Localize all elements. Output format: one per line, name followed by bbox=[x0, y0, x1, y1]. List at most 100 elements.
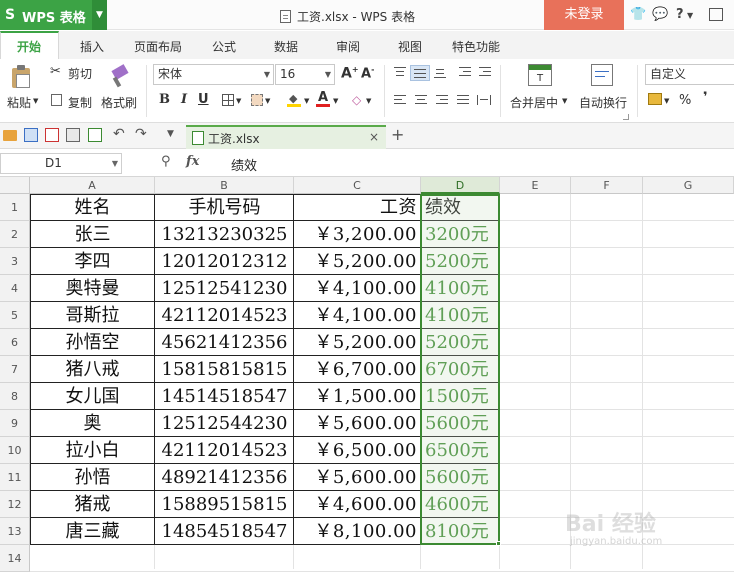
chevron-down-icon[interactable]: ▼ bbox=[304, 97, 309, 105]
table-cell[interactable]: ￥6,500.00 bbox=[298, 437, 417, 464]
close-tab-icon[interactable]: × bbox=[369, 130, 379, 144]
row-header-14[interactable]: 14 bbox=[0, 545, 30, 572]
tab-data[interactable]: 数据 bbox=[274, 38, 298, 55]
skin-shirt-icon[interactable]: 👕 bbox=[630, 7, 646, 22]
row-header-13[interactable]: 13 bbox=[0, 518, 30, 545]
row-header-1[interactable]: 1 bbox=[0, 194, 30, 221]
select-all-corner[interactable] bbox=[0, 177, 30, 194]
table-cell[interactable]: ￥6,700.00 bbox=[298, 356, 417, 383]
redo-icon[interactable]: ↷ bbox=[135, 126, 147, 142]
table-cell[interactable]: ￥5,200.00 bbox=[298, 329, 417, 356]
table-cell[interactable]: 12012012312 bbox=[159, 248, 290, 275]
open-folder-icon[interactable] bbox=[3, 130, 17, 141]
tab-review[interactable]: 审阅 bbox=[336, 38, 360, 55]
table-cell[interactable]: 唐三藏 bbox=[34, 518, 151, 545]
table-cell[interactable]: 13213230325 bbox=[159, 221, 290, 248]
clear-format-icon[interactable]: ◇ bbox=[352, 93, 361, 107]
fill-color-icon[interactable]: ◆ bbox=[287, 92, 301, 108]
row-header-11[interactable]: 11 bbox=[0, 464, 30, 491]
align-left-icon[interactable] bbox=[394, 95, 406, 105]
table-cell[interactable]: ￥5,600.00 bbox=[298, 464, 417, 491]
tab-view[interactable]: 视图 bbox=[398, 38, 422, 55]
app-menu-button[interactable]: S WPS 表格 ▼ bbox=[0, 0, 107, 30]
document-tab[interactable]: 工资.xlsx × bbox=[186, 125, 386, 149]
table-cell[interactable]: 45621412356 bbox=[159, 329, 290, 356]
wrap-text-icon[interactable] bbox=[591, 64, 613, 86]
chevron-down-icon[interactable]: ▼ bbox=[33, 97, 38, 105]
table-cell[interactable]: 15889515815 bbox=[159, 491, 290, 518]
table-cell[interactable]: 孙悟 bbox=[34, 464, 151, 491]
chevron-down-icon[interactable]: ▼ bbox=[333, 97, 338, 105]
decrease-font-icon[interactable]: A- bbox=[361, 65, 374, 81]
header-cell[interactable]: 工资 bbox=[298, 194, 417, 221]
table-cell[interactable]: ￥4,100.00 bbox=[298, 302, 417, 329]
export-pdf-icon[interactable] bbox=[45, 128, 59, 142]
header-cell[interactable]: 手机号码 bbox=[159, 194, 290, 221]
tab-special-features[interactable]: 特色功能 bbox=[452, 38, 500, 55]
distributed-icon[interactable] bbox=[477, 95, 491, 105]
chevron-down-icon[interactable]: ▼ bbox=[92, 0, 107, 30]
column-header-a[interactable]: A bbox=[30, 177, 155, 194]
align-bottom-icon[interactable] bbox=[434, 67, 446, 78]
scissors-icon[interactable]: ✂ bbox=[50, 64, 61, 79]
chevron-down-icon[interactable]: ▼ bbox=[687, 11, 693, 20]
table-cell[interactable]: 张三 bbox=[34, 221, 151, 248]
justify-icon[interactable] bbox=[457, 95, 469, 105]
table-cell[interactable]: ￥3,200.00 bbox=[298, 221, 417, 248]
restore-window-icon[interactable] bbox=[709, 8, 723, 21]
merge-center-icon[interactable]: T bbox=[528, 64, 552, 86]
column-header-d[interactable]: D bbox=[421, 177, 500, 194]
table-cell[interactable]: 女儿国 bbox=[34, 383, 151, 410]
currency-icon[interactable] bbox=[648, 93, 662, 105]
table-cell[interactable]: 孙悟空 bbox=[34, 329, 151, 356]
row-header-8[interactable]: 8 bbox=[0, 383, 30, 410]
table-cell[interactable]: ￥5,200.00 bbox=[298, 248, 417, 275]
row-header-6[interactable]: 6 bbox=[0, 329, 30, 356]
table-cell[interactable]: 奥特曼 bbox=[34, 275, 151, 302]
table-cell[interactable]: 哥斯拉 bbox=[34, 302, 151, 329]
cut-button[interactable]: 剪切 bbox=[68, 65, 92, 82]
print-preview-icon[interactable] bbox=[88, 128, 102, 142]
table-cell[interactable]: 12512544230 bbox=[159, 410, 290, 437]
chevron-down-icon[interactable]: ▼ bbox=[265, 97, 270, 105]
table-cell[interactable]: 42112014523 bbox=[159, 302, 290, 329]
formula-content-input[interactable]: 绩效 bbox=[231, 155, 257, 174]
table-cell[interactable]: 猪戒 bbox=[34, 491, 151, 518]
chat-icon[interactable]: 💬 bbox=[652, 7, 668, 22]
align-center-icon[interactable] bbox=[415, 95, 427, 105]
format-painter-button[interactable]: 格式刷 bbox=[101, 94, 137, 111]
header-cell[interactable]: 姓名 bbox=[34, 194, 151, 221]
increase-font-icon[interactable]: A+ bbox=[341, 65, 359, 82]
table-cell[interactable]: 42112014523 bbox=[159, 437, 290, 464]
zoom-search-icon[interactable]: ⚲ bbox=[161, 154, 171, 169]
font-color-icon[interactable]: A bbox=[316, 90, 330, 108]
table-cell[interactable]: 12512541230 bbox=[159, 275, 290, 302]
table-cell[interactable]: 48921412356 bbox=[159, 464, 290, 491]
column-header-c[interactable]: C bbox=[294, 177, 421, 194]
row-header-4[interactable]: 4 bbox=[0, 275, 30, 302]
table-cell[interactable]: 14514518547 bbox=[159, 383, 290, 410]
tab-page-layout[interactable]: 页面布局 bbox=[134, 38, 182, 55]
row-header-7[interactable]: 7 bbox=[0, 356, 30, 383]
table-cell[interactable]: 14854518547 bbox=[159, 518, 290, 545]
thousands-separator-icon[interactable]: ❜ bbox=[703, 90, 708, 105]
table-cell[interactable]: ￥1,500.00 bbox=[298, 383, 417, 410]
login-button[interactable]: 未登录 bbox=[544, 0, 624, 30]
fill-handle[interactable] bbox=[496, 541, 501, 546]
fill-pattern-icon[interactable] bbox=[251, 94, 263, 106]
print-icon[interactable] bbox=[66, 128, 80, 142]
italic-icon[interactable]: I bbox=[181, 92, 187, 107]
chevron-down-icon[interactable]: ▼ bbox=[562, 97, 567, 105]
table-cell[interactable]: 李四 bbox=[34, 248, 151, 275]
row-header-5[interactable]: 5 bbox=[0, 302, 30, 329]
table-cell[interactable]: 奥 bbox=[34, 410, 151, 437]
underline-icon[interactable]: U bbox=[198, 92, 209, 107]
insert-function-button[interactable]: fx bbox=[186, 154, 199, 169]
align-top-icon[interactable] bbox=[394, 67, 406, 77]
font-name-select[interactable]: 宋体 ▼ bbox=[153, 64, 274, 85]
alignment-dialog-launcher-icon[interactable] bbox=[623, 114, 629, 120]
align-middle-icon[interactable] bbox=[410, 65, 430, 81]
align-right-icon[interactable] bbox=[436, 95, 448, 105]
row-header-12[interactable]: 12 bbox=[0, 491, 30, 518]
name-box[interactable]: D1 ▼ bbox=[0, 153, 122, 174]
